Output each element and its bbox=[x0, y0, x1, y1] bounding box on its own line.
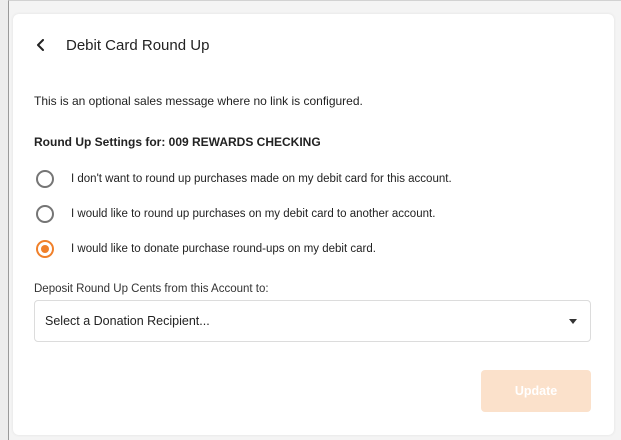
round-up-card: Debit Card Round Up This is an optional … bbox=[13, 14, 614, 435]
sales-message: This is an optional sales message where … bbox=[34, 94, 363, 108]
deposit-label: Deposit Round Up Cents from this Account… bbox=[34, 283, 269, 295]
app-frame: Debit Card Round Up This is an optional … bbox=[8, 0, 621, 440]
donation-recipient-select[interactable]: Select a Donation Recipient... bbox=[34, 300, 591, 342]
back-button[interactable] bbox=[36, 35, 56, 55]
option-round-up-to-account[interactable]: I would like to round up purchases on my… bbox=[36, 203, 452, 225]
radio-no-round-up[interactable] bbox=[36, 170, 54, 188]
option-no-round-up[interactable]: I don't want to round up purchases made … bbox=[36, 168, 452, 190]
radio-selected-dot bbox=[41, 245, 49, 253]
option-label: I don't want to round up purchases made … bbox=[71, 173, 452, 185]
radio-donate-round-ups[interactable] bbox=[36, 240, 54, 258]
select-value: Select a Donation Recipient... bbox=[45, 314, 210, 328]
round-up-options: I don't want to round up purchases made … bbox=[36, 168, 452, 273]
option-donate-round-ups[interactable]: I would like to donate purchase round-up… bbox=[36, 238, 452, 260]
card-header: Debit Card Round Up bbox=[36, 35, 209, 55]
caret-down-icon bbox=[569, 319, 577, 324]
radio-round-up-to-account[interactable] bbox=[36, 205, 54, 223]
round-up-settings-label: Round Up Settings for: 009 REWARDS CHECK… bbox=[34, 135, 321, 149]
option-label: I would like to round up purchases on my… bbox=[71, 208, 436, 220]
update-button[interactable]: Update bbox=[481, 370, 591, 412]
page-title: Debit Card Round Up bbox=[66, 36, 210, 54]
chevron-left-icon bbox=[37, 39, 44, 51]
option-label: I would like to donate purchase round-up… bbox=[71, 243, 376, 255]
